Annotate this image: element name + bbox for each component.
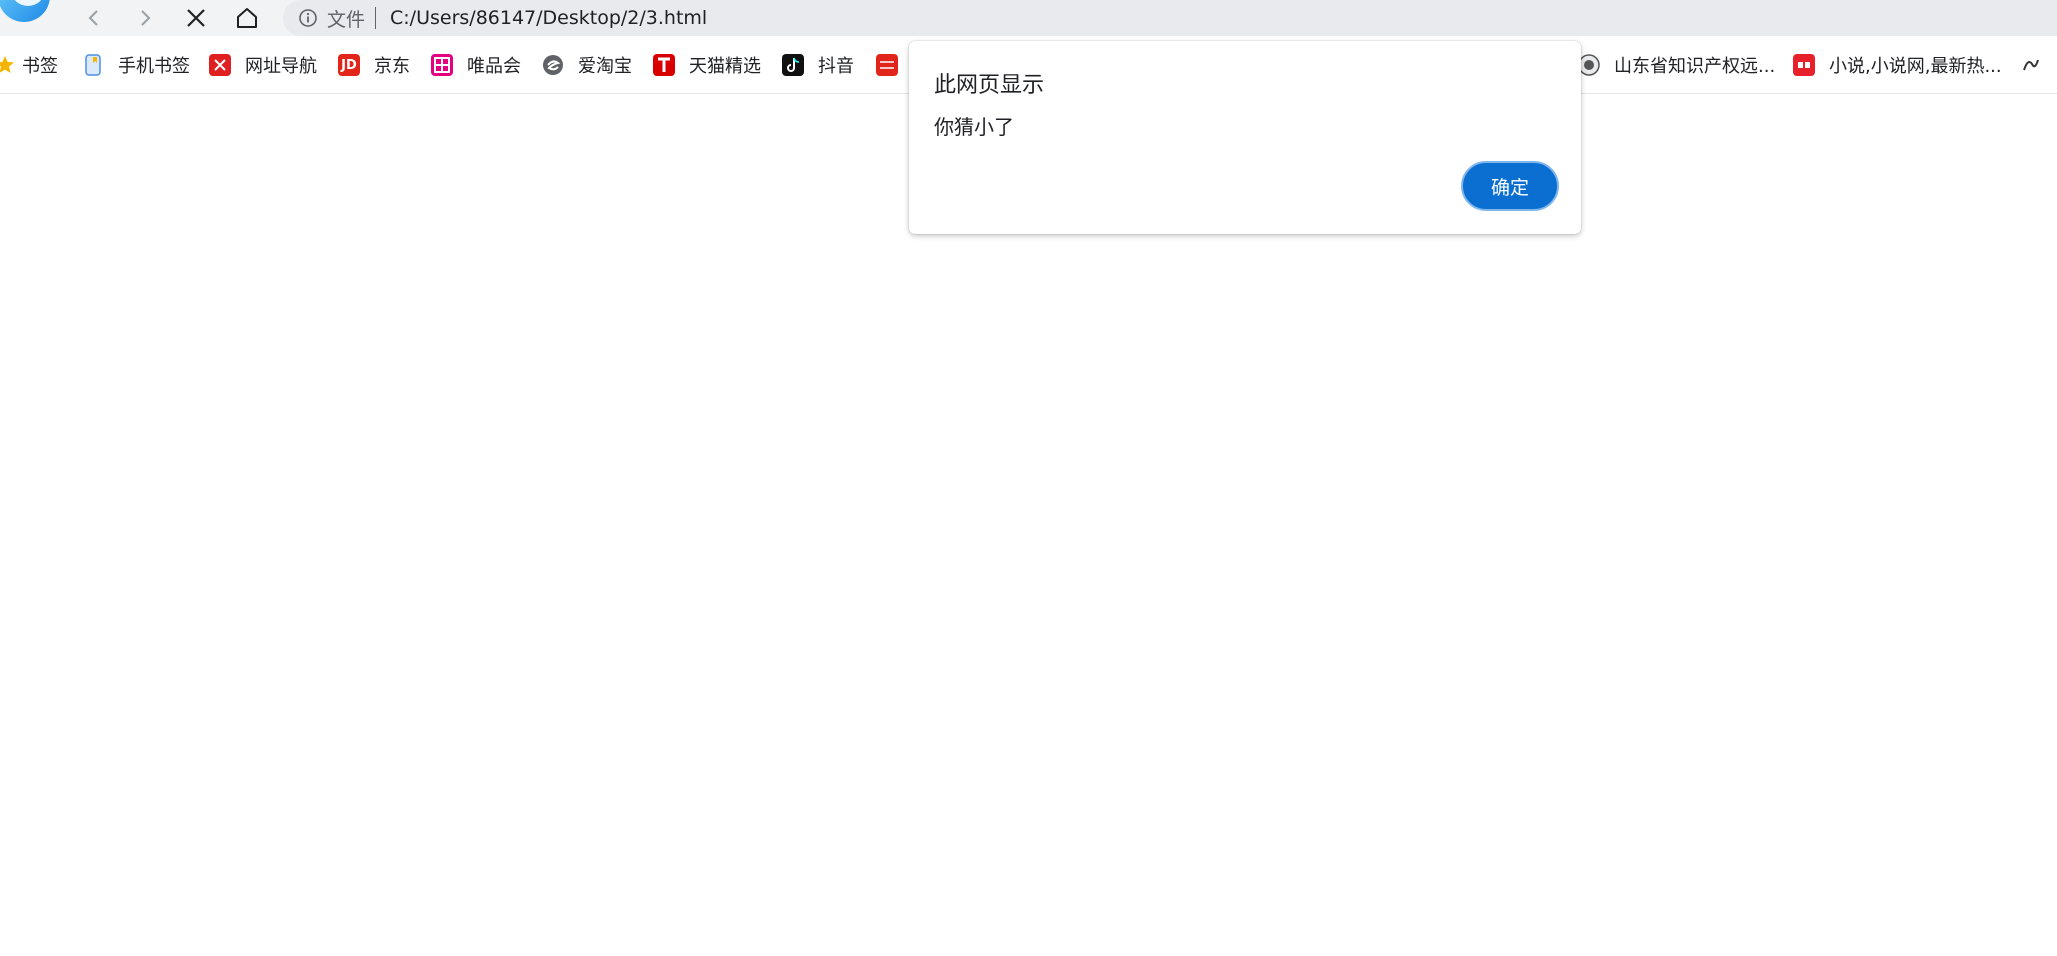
nav-site-icon (209, 54, 231, 76)
phone-icon (82, 54, 104, 76)
bookmark-tmall[interactable]: 天猫精选 (653, 50, 761, 80)
star-icon (0, 54, 16, 76)
bookmark-ai-taobao[interactable]: 爱淘宝 (542, 50, 632, 80)
address-bar[interactable]: 文件 C:/Users/86147/Desktop/2/3.html (283, 0, 2057, 36)
vip-logo-icon (431, 54, 453, 76)
dongfang-logo-icon (876, 54, 898, 76)
douyin-logo-icon (782, 54, 804, 76)
stop-loading-button[interactable] (180, 2, 212, 34)
bookmark-mobile[interactable]: 手机书签 (82, 50, 190, 80)
ai-taobao-icon (542, 54, 564, 76)
jd-logo-icon: JD (338, 54, 360, 76)
forward-arrow-icon (135, 8, 155, 28)
ok-button[interactable]: 确定 (1461, 161, 1559, 211)
partial-bookmark-icon (2020, 54, 2042, 76)
browser-toolbar: 文件 C:/Users/86147/Desktop/2/3.html (0, 0, 2057, 36)
alert-dialog: 此网页显示 你猜小了 确定 (909, 41, 1581, 234)
back-arrow-icon (84, 8, 104, 28)
browser-logo-icon (0, 0, 60, 24)
back-button[interactable] (78, 2, 110, 34)
close-x-icon (185, 7, 207, 29)
home-button[interactable] (231, 2, 263, 34)
bookmark-dongfang[interactable] (876, 50, 912, 80)
forward-button[interactable] (129, 2, 161, 34)
dialog-title: 此网页显示 (934, 73, 1045, 98)
bookmark-qidian-novel[interactable]: 小说,小说网,最新热... (1793, 50, 2002, 80)
address-separator (375, 7, 377, 29)
bookmark-vip[interactable]: 唯品会 (431, 50, 521, 80)
bookmark-bookmarks[interactable]: 书签 (0, 50, 58, 80)
home-icon (235, 6, 259, 30)
qidian-logo-icon (1793, 54, 1815, 76)
bookmark-shandong-ip[interactable]: 山东省知识产权远... (1578, 50, 1775, 80)
emblem-icon (1578, 54, 1600, 76)
address-url[interactable]: C:/Users/86147/Desktop/2/3.html (390, 7, 707, 29)
dialog-message: 你猜小了 (934, 115, 1014, 139)
bookmark-site-nav[interactable]: 网址导航 (209, 50, 317, 80)
info-circle-icon[interactable] (297, 7, 319, 29)
tmall-logo-icon (653, 54, 675, 76)
address-scheme-label: 文件 (327, 8, 366, 31)
bookmark-jd[interactable]: JD 京东 (338, 50, 410, 80)
bookmark-partial[interactable] (2020, 50, 2056, 80)
bookmark-douyin[interactable]: 抖音 (782, 50, 854, 80)
